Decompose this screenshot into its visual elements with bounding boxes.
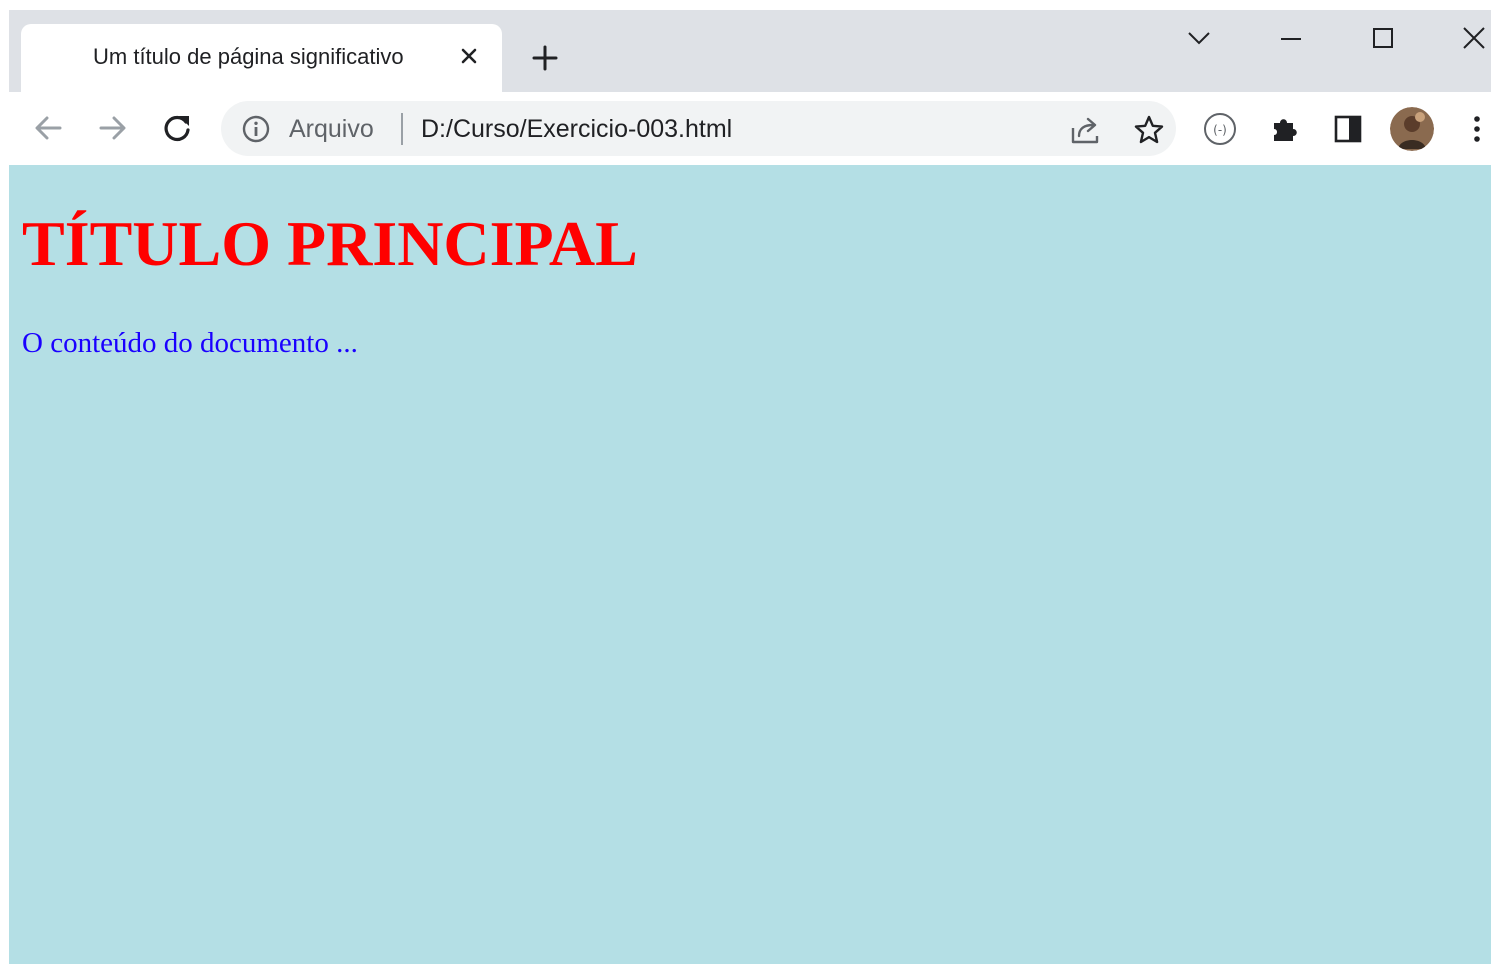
browser-window: Um título de página significativo Arquiv… xyxy=(9,10,1491,964)
tab-close-icon[interactable] xyxy=(455,42,483,70)
address-scheme-label: Arquivo xyxy=(289,115,374,143)
page-heading: TÍTULO PRINCIPAL xyxy=(22,208,638,279)
page-paragraph: O conteúdo do documento ... xyxy=(22,327,358,359)
tab-active[interactable]: Um título de página significativo xyxy=(21,24,502,92)
minimize-icon[interactable] xyxy=(1271,22,1311,54)
back-arrow-icon[interactable] xyxy=(28,108,68,148)
window-close-icon[interactable] xyxy=(1454,22,1491,54)
kebab-menu-icon[interactable] xyxy=(1458,110,1491,148)
tab-title: Um título de página significativo xyxy=(93,44,404,69)
browser-toolbar: Arquivo D:/Curso/Exercicio-003.html (-) xyxy=(9,92,1491,165)
tab-strip: Um título de página significativo xyxy=(9,10,1491,92)
extension-circle-icon[interactable]: (-) xyxy=(1201,110,1239,148)
forward-arrow-icon[interactable] xyxy=(93,108,133,148)
puzzle-icon[interactable] xyxy=(1265,110,1303,148)
svg-text:(-): (-) xyxy=(1213,123,1227,137)
address-separator xyxy=(401,113,403,145)
bookmark-star-icon[interactable] xyxy=(1132,113,1166,147)
reload-icon[interactable] xyxy=(157,108,197,148)
new-tab-plus-icon[interactable] xyxy=(529,42,561,74)
tab-search-chevron-down-icon[interactable] xyxy=(1179,22,1219,54)
address-bar[interactable]: Arquivo D:/Curso/Exercicio-003.html xyxy=(221,101,1176,156)
maximize-icon[interactable] xyxy=(1363,22,1403,54)
side-panel-icon[interactable] xyxy=(1329,110,1367,148)
page-viewport: TÍTULO PRINCIPAL O conteúdo do documento… xyxy=(9,165,1491,964)
share-icon[interactable] xyxy=(1068,113,1102,147)
address-url[interactable]: D:/Curso/Exercicio-003.html xyxy=(421,115,732,144)
site-info-icon[interactable] xyxy=(241,114,271,144)
avatar[interactable] xyxy=(1390,107,1434,151)
